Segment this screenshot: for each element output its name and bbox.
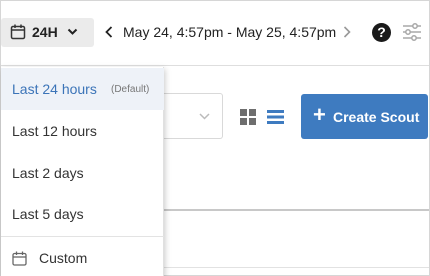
list-view-icon[interactable] — [267, 110, 284, 124]
content-divider — [151, 209, 429, 211]
default-tag: (Default) — [111, 84, 150, 95]
menu-item-custom[interactable]: Custom — [1, 237, 164, 276]
time-range-dropdown-button[interactable]: 24H — [1, 18, 94, 47]
menu-item-label: Last 5 days — [12, 206, 84, 222]
content-divider-lower — [151, 267, 429, 268]
menu-item-last-12-hours[interactable]: Last 12 hours — [1, 110, 164, 152]
chevron-left-icon[interactable] — [105, 26, 113, 38]
sliders-icon[interactable] — [402, 23, 422, 41]
calendar-icon — [10, 24, 26, 40]
chevron-down-icon — [199, 113, 210, 120]
grid-view-icon[interactable] — [240, 109, 256, 125]
time-range-menu: Last 24 hours (Default) Last 12 hours La… — [1, 67, 164, 276]
date-range-text: May 24, 4:57pm - May 25, 4:57pm — [123, 24, 337, 40]
chevron-right-icon[interactable] — [343, 26, 351, 38]
time-range-label: 24H — [32, 24, 58, 40]
menu-item-last-2-days[interactable]: Last 2 days — [1, 152, 164, 194]
create-scout-label: Create Scout — [333, 109, 420, 125]
menu-item-label: Last 2 days — [12, 165, 84, 181]
chevron-down-icon — [67, 28, 78, 35]
menu-item-last-24-hours[interactable]: Last 24 hours (Default) — [1, 68, 164, 110]
top-toolbar: 24H May 24, 4:57pm - May 25, 4:57pm ? — [1, 1, 429, 65]
create-scout-button[interactable]: + Create Scout — [301, 94, 428, 139]
menu-item-last-5-days[interactable]: Last 5 days — [1, 193, 164, 235]
plus-icon: + — [313, 102, 326, 127]
menu-item-label: Last 12 hours — [12, 123, 97, 139]
help-icon[interactable]: ? — [372, 23, 391, 42]
calendar-icon — [12, 251, 27, 266]
menu-item-label: Custom — [39, 250, 88, 266]
menu-item-label: Last 24 hours — [12, 81, 97, 97]
toolbar-divider — [1, 65, 429, 66]
